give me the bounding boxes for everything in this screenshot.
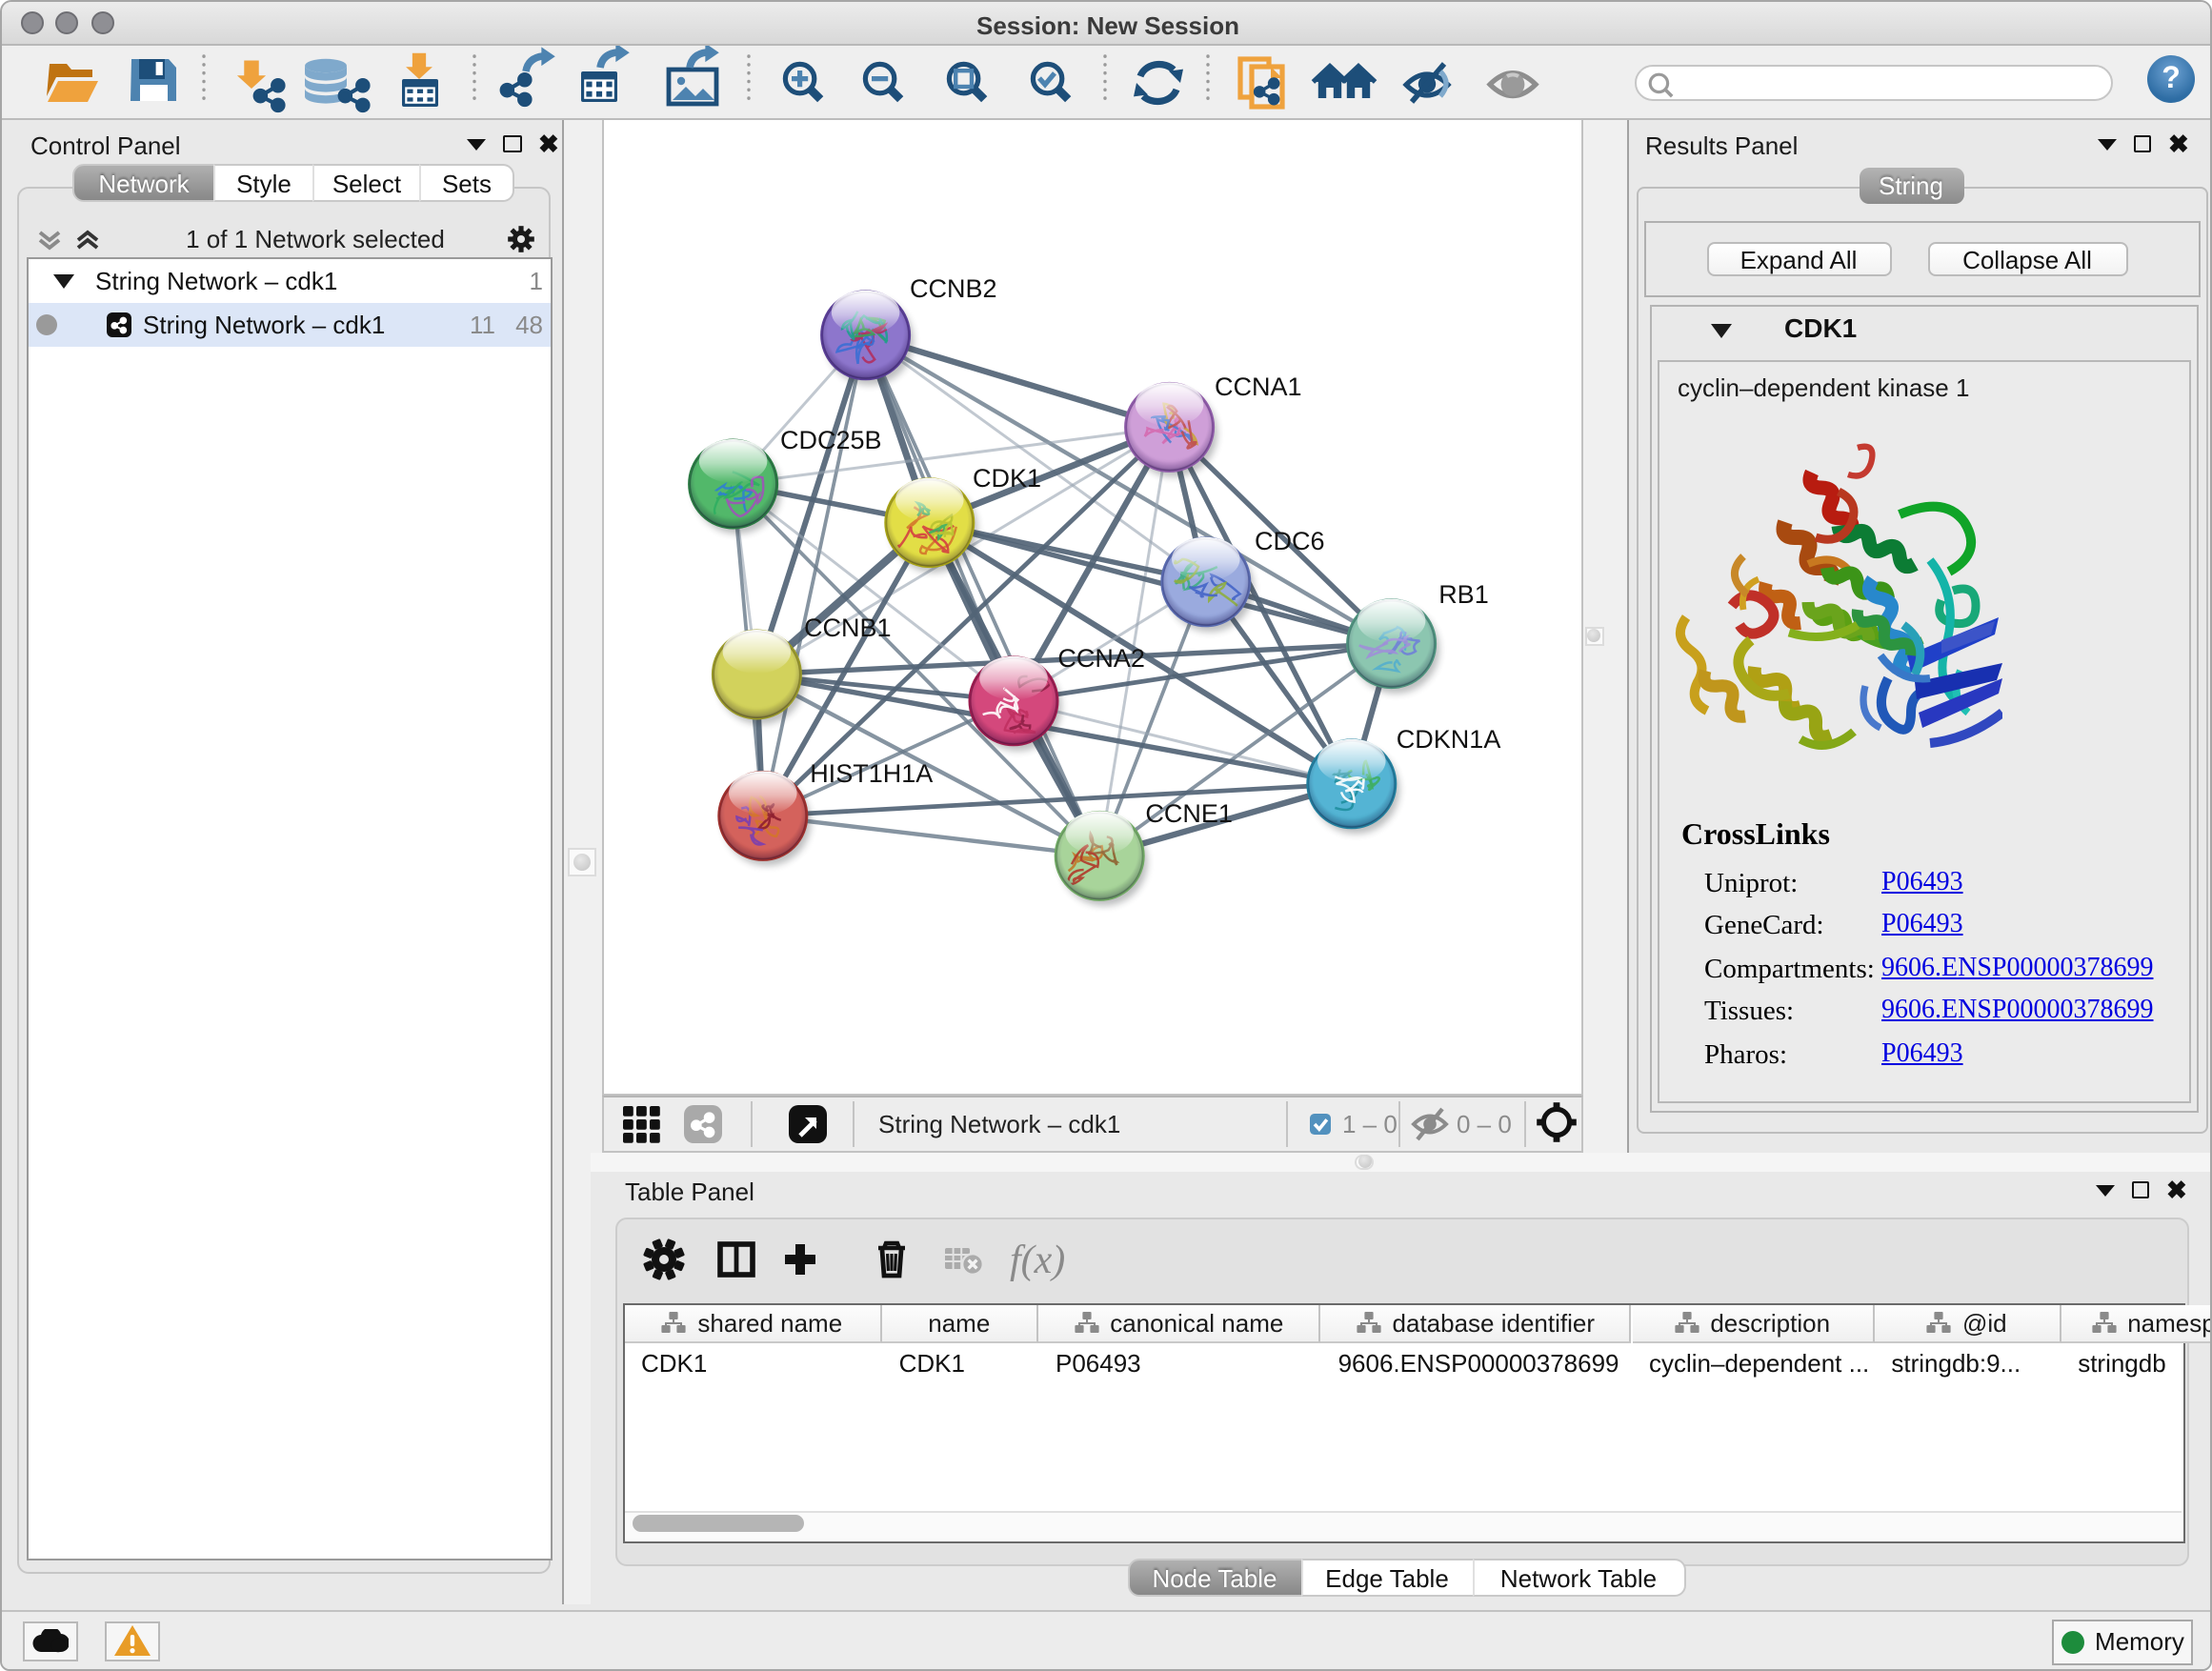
svg-text:CDC6: CDC6 <box>1254 526 1324 554</box>
svg-text:RB1: RB1 <box>1438 579 1488 608</box>
svg-text:CDK1: CDK1 <box>972 463 1040 492</box>
svg-text:String Network – cdk1: String Network – cdk1 <box>877 1110 1119 1138</box>
svg-text:f(x): f(x) <box>1009 1238 1064 1281</box>
svg-text:HIST1H1A: HIST1H1A <box>809 758 932 787</box>
svg-text:1 – 0: 1 – 0 <box>1341 1110 1397 1138</box>
svg-text:CDC25B: CDC25B <box>779 425 881 453</box>
svg-text:CDKN1A: CDKN1A <box>1396 724 1500 753</box>
svg-text:CCNA2: CCNA2 <box>1056 643 1144 672</box>
svg-text:CCNA1: CCNA1 <box>1214 372 1301 400</box>
svg-text:CCNB1: CCNB1 <box>803 613 891 641</box>
svg-text:CCNE1: CCNE1 <box>1144 798 1232 827</box>
svg-text:CCNB2: CCNB2 <box>909 273 996 302</box>
svg-text:0 – 0: 0 – 0 <box>1456 1110 1511 1138</box>
